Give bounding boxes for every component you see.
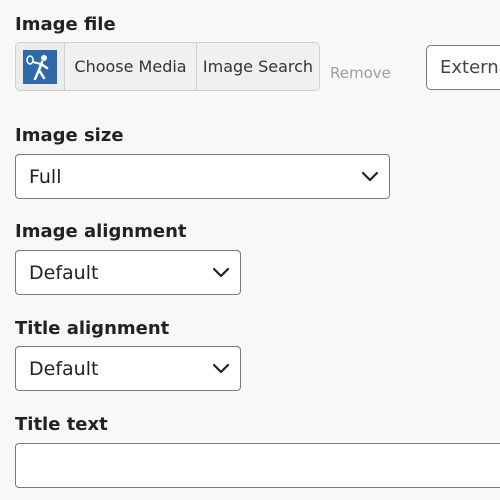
chevron-down-icon bbox=[351, 171, 389, 182]
image-alignment-value: Default bbox=[29, 261, 99, 284]
chevron-down-icon bbox=[202, 267, 240, 278]
title-alignment-label: Title alignment bbox=[15, 318, 170, 339]
chevron-down-icon bbox=[202, 363, 240, 374]
image-file-controls: Choose Media Image Search bbox=[15, 42, 320, 91]
title-text-input[interactable] bbox=[15, 443, 500, 488]
image-thumbnail[interactable] bbox=[16, 43, 65, 90]
image-alignment-label: Image alignment bbox=[15, 221, 187, 242]
image-file-label: Image file bbox=[15, 14, 116, 35]
tennis-player-icon bbox=[23, 49, 57, 84]
title-alignment-select[interactable]: Default bbox=[15, 346, 241, 391]
choose-media-button[interactable]: Choose Media bbox=[65, 43, 197, 90]
title-alignment-value: Default bbox=[29, 357, 99, 380]
title-text-label: Title text bbox=[15, 414, 108, 435]
image-size-label: Image size bbox=[15, 125, 124, 146]
image-size-select[interactable]: Full bbox=[15, 154, 390, 199]
image-alignment-select[interactable]: Default bbox=[15, 250, 241, 295]
image-search-button[interactable]: Image Search bbox=[197, 43, 319, 90]
remove-link[interactable]: Remove bbox=[330, 64, 391, 82]
image-size-value: Full bbox=[29, 165, 62, 188]
external-url-input[interactable]: External bbox=[426, 45, 500, 90]
